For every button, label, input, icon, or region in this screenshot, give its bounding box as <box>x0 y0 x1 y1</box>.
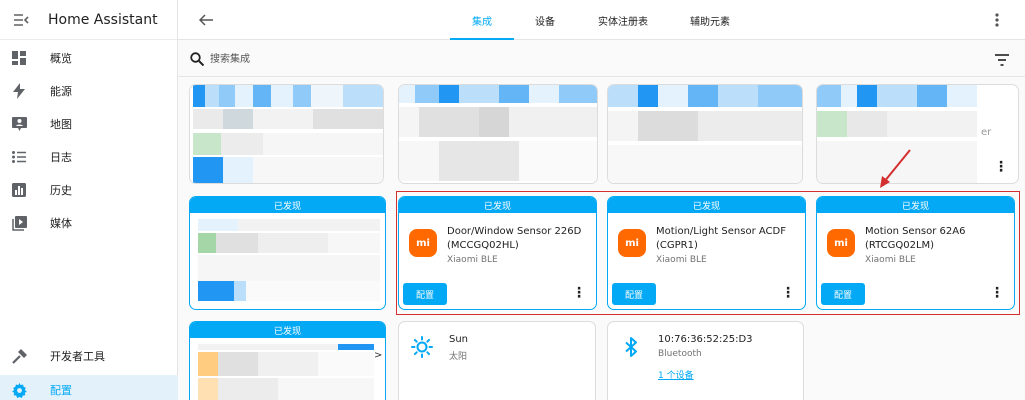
configure-button[interactable]: 配置 <box>612 283 656 305</box>
sidebar-item-history[interactable]: 历史 <box>0 175 178 205</box>
configure-button[interactable]: 配置 <box>821 283 865 305</box>
sidebar-item-developer-tools[interactable]: 开发者工具 <box>0 341 178 371</box>
blurred-text-fragment: er <box>981 127 992 138</box>
dashboard-icon <box>11 50 27 66</box>
more-vertical-icon[interactable]: ⋮ <box>572 285 586 301</box>
integration-name: Xiaomi BLE <box>447 255 498 265</box>
sidebar-item-energy[interactable]: 能源 <box>0 76 178 106</box>
filter-icon[interactable] <box>995 51 1011 67</box>
top-bar: 集成 设备 实体注册表 辅助元素 <box>178 0 1025 40</box>
integration-card-blurred[interactable] <box>398 84 598 184</box>
search-bar <box>178 41 1025 77</box>
discovered-card-blurred[interactable]: 已发现 <box>189 196 386 310</box>
more-vertical-icon[interactable]: ⋮ <box>781 285 795 301</box>
discovered-banner: 已发现 <box>817 197 1014 213</box>
integration-subtitle: 太阳 <box>449 352 468 362</box>
more-vertical-icon[interactable]: ⋮ <box>990 285 1004 301</box>
chart-box-icon <box>11 182 27 198</box>
blurred-content <box>399 85 597 183</box>
tab-entities[interactable]: 实体注册表 <box>590 0 656 40</box>
integration-card-blurred[interactable] <box>189 84 384 184</box>
sidebar-item-logbook[interactable]: 日志 <box>0 142 178 172</box>
integration-subtitle: Bluetooth <box>658 349 702 359</box>
device-name: Motion/Light Sensor ACDF (CGPR1) <box>656 226 786 251</box>
discovered-card-blurred[interactable]: 已发现 > <box>189 321 386 400</box>
integration-card-sun[interactable]: Sun 太阳 <box>398 321 596 400</box>
integration-card-blurred[interactable] <box>607 84 803 184</box>
device-name: Door/Window Sensor 226D (MCCGQ02HL) <box>447 226 582 251</box>
device-name: Motion Sensor 62A6 (RTCGQ02LM) <box>865 226 966 251</box>
sidebar-item-label: 日志 <box>50 151 72 164</box>
xiaomi-logo-icon: mi <box>618 229 646 257</box>
sidebar-item-map[interactable]: 地图 <box>0 109 178 139</box>
discovered-banner: 已发现 <box>399 197 596 213</box>
cog-icon <box>11 382 27 398</box>
sidebar-item-label: 能源 <box>50 85 72 98</box>
more-vertical-icon[interactable] <box>989 10 1005 30</box>
sidebar-item-label: 开发者工具 <box>50 350 105 363</box>
chevron-right-icon[interactable]: > <box>374 350 382 361</box>
discovered-device-card[interactable]: 已发现 mi Door/Window Sensor 226D (MCCGQ02H… <box>398 196 597 310</box>
annotation-arrow-icon <box>880 149 911 188</box>
sidebar-item-media[interactable]: 媒体 <box>0 208 178 238</box>
integration-card-blurred[interactable]: er ⋮ <box>816 84 1019 184</box>
devices-link[interactable]: 1 个设备 <box>658 368 694 381</box>
sidebar-item-settings[interactable]: 配置 <box>0 375 178 400</box>
sidebar-item-label: 历史 <box>50 184 72 197</box>
lightning-bolt-icon <box>11 83 27 99</box>
search-input[interactable] <box>210 49 510 69</box>
blurred-content <box>198 344 374 400</box>
sidebar-item-label: 地图 <box>50 118 72 131</box>
discovered-device-card[interactable]: 已发现 mi Motion/Light Sensor ACDF (CGPR1) … <box>607 196 806 310</box>
menu-collapse-icon[interactable] <box>12 11 30 29</box>
sidebar-item-overview[interactable]: 概览 <box>0 43 178 73</box>
configure-button[interactable]: 配置 <box>403 283 447 305</box>
play-box-icon <box>11 215 27 231</box>
sidebar-item-label: 配置 <box>50 384 72 397</box>
xiaomi-logo-icon: mi <box>827 229 855 257</box>
tab-integrations[interactable]: 集成 <box>450 0 514 40</box>
more-vertical-icon[interactable]: ⋮ <box>994 159 1008 175</box>
integration-card-bluetooth[interactable]: 10:76:36:52:25:D3 Bluetooth 1 个设备 <box>607 321 804 400</box>
discovered-banner: 已发现 <box>608 197 805 213</box>
xiaomi-logo-icon: mi <box>409 229 437 257</box>
blurred-content <box>608 85 802 183</box>
discovered-banner: 已发现 <box>190 197 385 213</box>
sidebar-header: Home Assistant <box>0 0 177 40</box>
sidebar: Home Assistant 概览 能源 地图 日志 历史 媒体 开发者工具 配… <box>0 0 178 400</box>
tab-helpers[interactable]: 辅助元素 <box>682 0 738 40</box>
back-arrow-icon[interactable] <box>196 10 216 30</box>
blurred-content <box>198 219 380 305</box>
integration-name: Xiaomi BLE <box>865 255 916 265</box>
discovered-device-card[interactable]: 已发现 mi Motion Sensor 62A6 (RTCGQ02LM) Xi… <box>816 196 1015 310</box>
sidebar-item-label: 媒体 <box>50 217 72 230</box>
app-title: Home Assistant <box>48 11 158 28</box>
tab-devices[interactable]: 设备 <box>514 0 576 40</box>
discovered-banner: 已发现 <box>190 322 385 338</box>
map-account-icon <box>11 116 27 132</box>
format-list-bulleted-icon <box>11 149 27 165</box>
integration-name: 10:76:36:52:25:D3 <box>658 334 753 345</box>
sidebar-item-label: 概览 <box>50 52 72 65</box>
hammer-icon <box>11 348 27 364</box>
sun-icon <box>411 336 433 358</box>
search-icon <box>190 51 206 67</box>
integration-name: Xiaomi BLE <box>656 255 707 265</box>
blurred-content <box>193 85 383 183</box>
integration-name: Sun <box>449 334 469 345</box>
bluetooth-icon <box>620 336 642 358</box>
